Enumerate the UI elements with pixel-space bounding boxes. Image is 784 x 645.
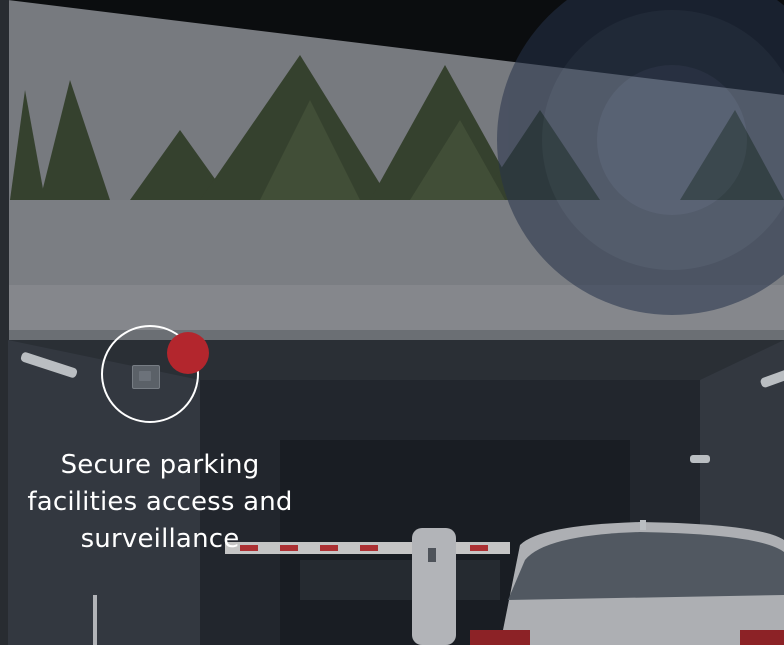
caption-line-3: surveillance bbox=[80, 524, 240, 554]
camera-device-icon bbox=[132, 365, 160, 389]
red-indicator-dot bbox=[167, 332, 209, 374]
parking-hotspot-button[interactable] bbox=[101, 325, 209, 423]
caption-line-2: facilities access and bbox=[27, 487, 293, 517]
caption-line-1: Secure parking bbox=[60, 450, 260, 480]
hotspot-caption: Secure parking facilities access and sur… bbox=[20, 447, 300, 558]
